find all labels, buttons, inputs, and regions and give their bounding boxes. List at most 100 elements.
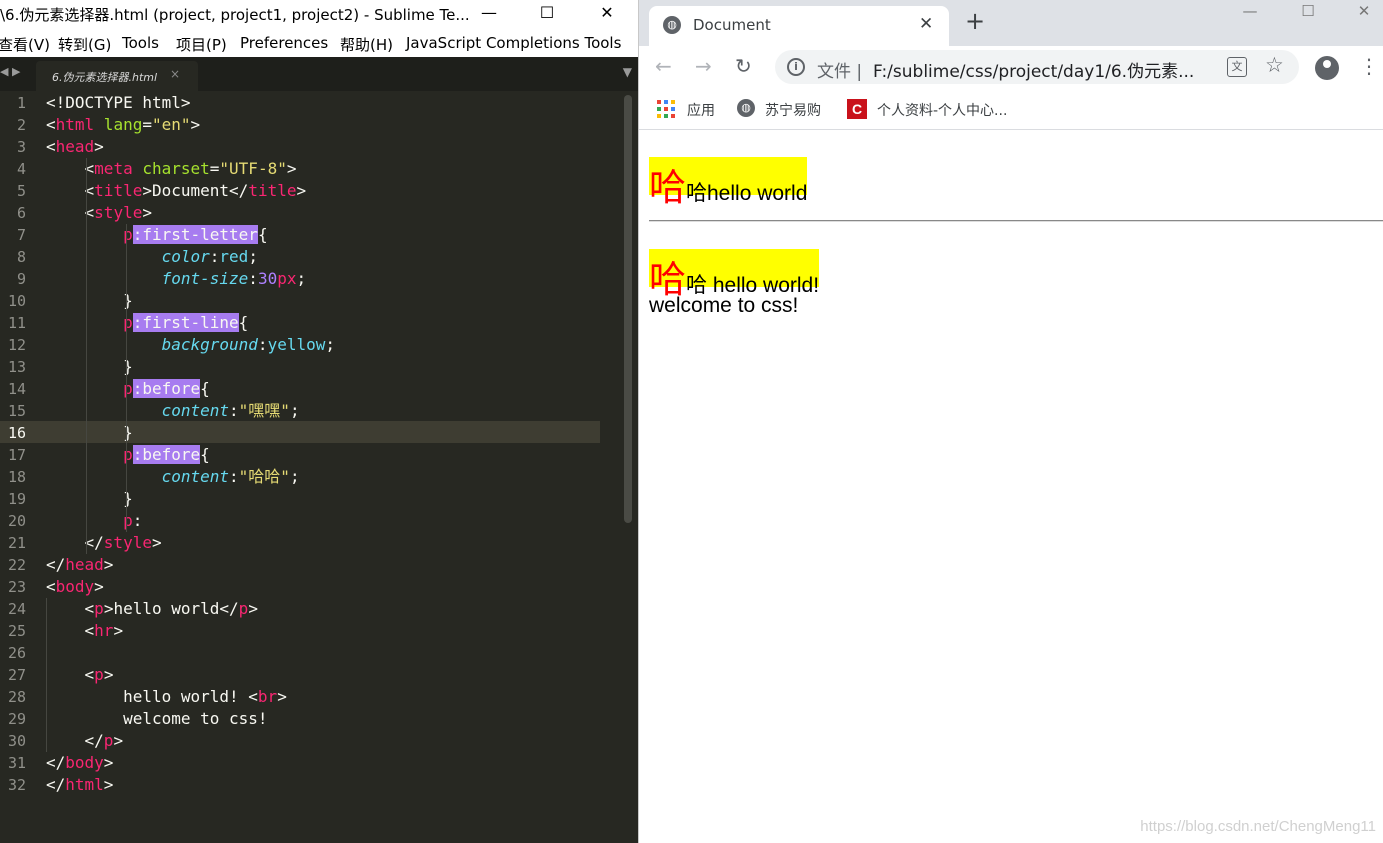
code-token: = [142, 115, 152, 134]
close-button[interactable]: ✕ [584, 0, 630, 29]
tab-close-icon[interactable]: × [170, 67, 180, 81]
code-line[interactable]: <html lang="en"> [46, 114, 200, 136]
bookmark-csdn-profile[interactable]: C 个人资料-个人中心... [847, 98, 1047, 120]
code-token: head [65, 555, 104, 574]
code-token: { [238, 313, 249, 332]
code-token: : [248, 269, 258, 288]
code-token: p [123, 511, 133, 530]
code-token: { [257, 225, 268, 244]
code-line[interactable]: p:before{ [46, 444, 210, 466]
code-line[interactable]: <style> [46, 202, 152, 224]
code-token: ; [289, 401, 300, 420]
browser-tab[interactable]: ◍ Document ✕ [649, 6, 949, 46]
editor-tab[interactable]: 6.伪元素选择器.html × [36, 61, 198, 91]
globe-icon: ◍ [663, 16, 681, 34]
code-area[interactable]: <!DOCTYPE html> <html lang="en"> <head> <m… [46, 91, 620, 843]
code-token: >Document</ [142, 181, 249, 200]
line-number: 23 [7, 578, 26, 596]
code-line[interactable]: background:yellow; [46, 334, 335, 356]
line-number: 21 [7, 534, 26, 552]
menu-help[interactable]: 帮助(H) [340, 34, 393, 55]
bookmark-suning[interactable]: ◍ 苏宁易购 [737, 98, 837, 120]
address-bar[interactable]: i 文件 | F:/sublime/css/project/day1/6.伪元素… [775, 50, 1299, 84]
menu-project[interactable]: 项目(P) [176, 34, 227, 55]
editor-scrollbar[interactable] [624, 95, 632, 523]
new-tab-button[interactable]: + [965, 9, 985, 33]
menu-js-completions[interactable]: JavaScript Completions Tools [406, 34, 621, 52]
code-line[interactable]: <head> [46, 136, 104, 158]
menu-dots-icon[interactable]: ⋮ [1359, 54, 1379, 78]
maximize-button[interactable]: ☐ [1279, 0, 1337, 28]
tab-dropdown-icon[interactable]: ▼ [623, 65, 632, 79]
code-line[interactable]: <!DOCTYPE html> [46, 92, 191, 114]
code-line[interactable]: color:red; [46, 246, 258, 268]
code-line[interactable]: hello world! <br> [46, 686, 287, 708]
code-line[interactable]: p:before{ [46, 378, 210, 400]
line-number: 9 [16, 270, 26, 288]
code-editor[interactable]: 1 2 3 4 5 6 7 8 9 10 11 12 13 14 15 16 17 18 19 20 21 22 23 24 2… [0, 91, 638, 843]
code-token: </ [46, 533, 104, 552]
code-line[interactable]: </html> [46, 774, 113, 796]
menu-goto[interactable]: 转到(G) [58, 34, 111, 55]
code-token: content [161, 401, 230, 420]
code-line[interactable]: <p> [46, 664, 114, 686]
code-line[interactable]: <hr> [46, 620, 124, 642]
bookmark-apps[interactable]: 应用 [657, 98, 737, 120]
code-token: : [229, 467, 239, 486]
close-button[interactable]: ✕ [1335, 0, 1383, 28]
code-line[interactable]: } [46, 290, 133, 312]
menu-tools[interactable]: Tools [122, 34, 159, 52]
first-line-text: 哈hello world [686, 182, 808, 205]
translate-icon[interactable]: 文 [1227, 57, 1247, 77]
code-token: : [132, 511, 143, 530]
code-line[interactable]: <p>hello world</p> [46, 598, 258, 620]
back-button[interactable]: ← [655, 54, 672, 78]
code-line[interactable]: </p> [46, 730, 124, 752]
url-text[interactable]: F:/sublime/css/project/day1/6.伪元素... [873, 57, 1203, 82]
sublime-tabbar: ◀ ▶ 6.伪元素选择器.html × ▼ [0, 57, 638, 91]
sublime-window: \6.伪元素选择器.html (project, project1, proje… [0, 0, 638, 843]
code-line[interactable]: welcome to css! [46, 708, 268, 730]
line-number: 29 [7, 710, 26, 728]
maximize-button[interactable]: ☐ [524, 0, 570, 29]
code-line[interactable]: } [46, 422, 133, 444]
apps-grid-icon [657, 100, 675, 118]
line-number: 20 [7, 512, 26, 530]
code-line[interactable]: p:first-line{ [46, 312, 248, 334]
code-line[interactable]: </head> [46, 554, 113, 576]
tab-close-icon[interactable]: ✕ [919, 14, 933, 34]
forward-button[interactable]: → [695, 54, 712, 78]
second-line-text: welcome to css! [649, 294, 799, 317]
code-line[interactable]: p:first-letter{ [46, 224, 268, 246]
code-line[interactable]: content:"哈哈"; [46, 466, 300, 488]
minimize-button[interactable]: — [466, 0, 512, 29]
code-token: html [65, 775, 104, 794]
code-line[interactable]: } [46, 356, 133, 378]
menu-preferences[interactable]: Preferences [240, 34, 328, 52]
code-line[interactable]: </body> [46, 752, 113, 774]
code-line[interactable]: } [46, 488, 133, 510]
tab-nav-arrows[interactable]: ◀ ▶ [0, 65, 20, 78]
first-letter: 哈 [649, 167, 686, 208]
menu-view[interactable]: 查看(V) [0, 34, 50, 55]
bookmark-star-icon[interactable]: ☆ [1265, 53, 1284, 77]
code-token: < [46, 665, 95, 684]
csdn-logo-icon: C [847, 99, 867, 119]
code-token: "UTF-8" [219, 159, 287, 178]
code-token: background [161, 335, 258, 354]
code-token: > [103, 555, 114, 574]
code-line[interactable]: </style> [46, 532, 162, 554]
code-line[interactable]: p: [46, 510, 142, 532]
code-line[interactable]: <meta charset="UTF-8"> [46, 158, 297, 180]
profile-icon[interactable] [1315, 56, 1339, 80]
code-line[interactable]: content:"嘿嘿"; [46, 400, 300, 422]
bookmarks-bar: 应用 ◍ 苏宁易购 C 个人资料-个人中心... [639, 88, 1383, 130]
line-number: 26 [7, 644, 26, 662]
line-number: 18 [7, 468, 26, 486]
reload-button[interactable]: ↻ [735, 54, 752, 78]
info-icon[interactable]: i [787, 58, 805, 76]
minimize-button[interactable]: — [1221, 0, 1279, 28]
code-line[interactable]: <body> [46, 576, 104, 598]
